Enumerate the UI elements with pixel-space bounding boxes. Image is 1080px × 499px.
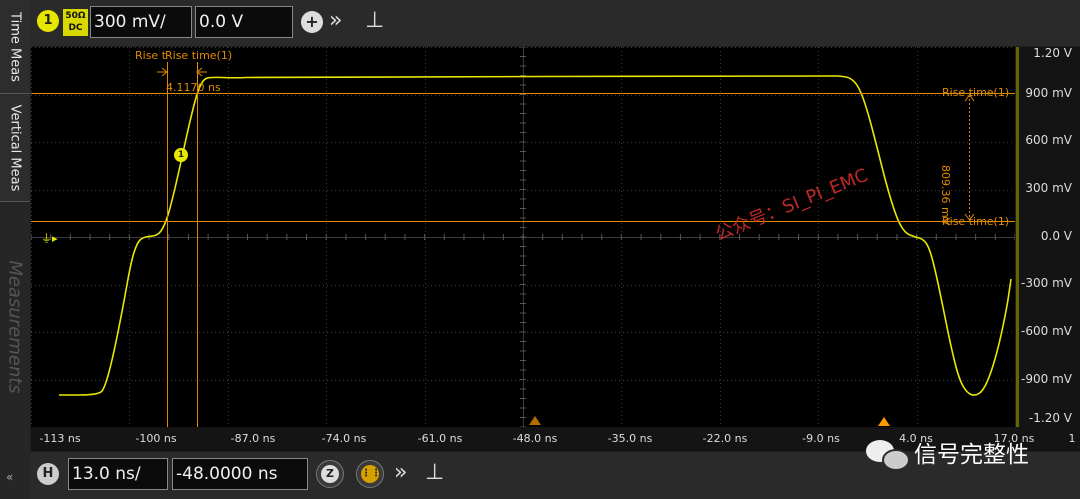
channel-toolbar: 1 50Ω DC 300 mV/ 0.0 V + » ⊥ [30,0,1080,46]
collapse-icon: « [6,470,14,484]
trace-path [59,75,1012,396]
y-tick-label: -300 mV [1021,276,1072,290]
vertical-offset-field[interactable]: 0.0 V [195,6,293,38]
x-tick-label: -9.0 ns [802,432,840,445]
segments-button[interactable]: ⋮⋮ [356,460,384,488]
tab-time-meas-label: Time Meas [7,11,23,82]
timebase-scale-field[interactable]: 13.0 ns/ [68,458,168,490]
rise-time-left-label: Rise t [135,49,167,62]
y-tick-label: -900 mV [1021,372,1072,386]
channel-1-trace [59,75,1012,396]
x-tick-label: -100 ns [135,432,177,445]
delta-arrow-right [196,67,207,77]
pin-icon[interactable]: ⊥ [365,6,384,36]
segments-icon: ⋮⋮ [361,465,381,483]
x-tick-label: -74.0 ns [321,432,367,445]
wechat-logo-icon [862,434,910,474]
vertical-axis: 1.20 V 900 mV 600 mV 300 mV 0.0 V -300 m… [1016,46,1080,427]
ground-reference-icon[interactable]: ⏚▸ [41,230,58,246]
channel-1-button[interactable]: 1 [37,10,59,32]
vertical-scale-field[interactable]: 300 mV/ [90,6,192,38]
x-axis-edge-label: 1 [1068,432,1076,445]
waveform-graph[interactable]: 公众号：SI_PI_EMC Rise t Rise time(1) 4.1170… [30,46,1016,428]
x-tick-label: -87.0 ns [230,432,276,445]
timebase-position-field[interactable]: -48.0000 ns [172,458,308,490]
x-tick-label: -48.0 ns [512,432,558,445]
delta-arrow-left [157,67,168,77]
x-tick-label: -61.0 ns [417,432,463,445]
y-tick-label: 1.20 V [1033,46,1072,60]
y-tick-label: 0.0 V [1040,229,1072,243]
y-tick-label: 300 mV [1025,181,1072,195]
upper-threshold-label: Rise time(1) [942,86,1010,99]
graticule [30,46,1016,428]
rise-time-main-label: Rise time(1) [165,49,233,62]
trigger-position-marker[interactable] [529,416,541,425]
double-chevron-right-icon[interactable]: » [394,458,407,488]
brand-text: 信号完整性 [914,442,1029,468]
tab-time-meas[interactable]: Time Meas [0,0,30,94]
y-tick-label: -1.20 V [1028,411,1072,425]
add-icon[interactable]: + [301,11,323,33]
lower-threshold-label: Rise time(1) [942,215,1010,228]
zoom-icon: Z [321,465,339,483]
rise-time-delta-value: 4.1170 ns [166,81,221,94]
double-chevron-right-icon[interactable]: » [329,6,342,36]
collapse-panel[interactable]: « [0,452,30,499]
tab-measurements-label: Measurements [4,260,26,394]
tab-measurements[interactable]: Measurements [0,202,30,453]
impedance-label: 50Ω [65,11,86,21]
y-tick-label: 900 mV [1025,86,1072,100]
vertical-delta-value: 809.36 mV [939,165,952,226]
zoom-button[interactable]: Z [316,460,344,488]
axis-channel-strip [1016,47,1019,427]
waveform-svg [30,46,1016,428]
x-tick-label: -113 ns [39,432,81,445]
x-tick-label: -35.0 ns [607,432,653,445]
tab-vertical-meas[interactable]: Vertical Meas [0,94,30,202]
timebase-toolbar: H 13.0 ns/ -48.0000 ns Z ⋮⋮ » ⊥ 信号完整性 [30,440,1080,499]
x-tick-label: -22.0 ns [702,432,748,445]
tab-vertical-meas-label: Vertical Meas [7,104,23,191]
waveform-marker-1[interactable]: 1 [174,148,188,162]
impedance-coupling-badge[interactable]: 50Ω DC [63,9,88,36]
reference-marker[interactable] [878,417,890,426]
y-tick-label: 600 mV [1025,133,1072,147]
pin-icon[interactable]: ⊥ [425,458,444,488]
y-tick-label: -600 mV [1021,324,1072,338]
coupling-label: DC [68,23,83,33]
horizontal-button[interactable]: H [37,463,59,485]
